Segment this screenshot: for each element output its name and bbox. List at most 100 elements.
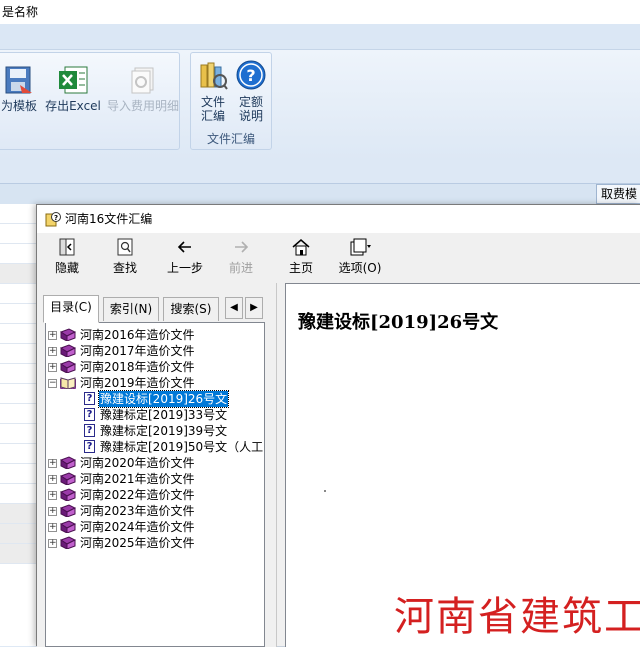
scan-speck <box>324 490 326 492</box>
grid-row <box>0 244 40 264</box>
tree-item-label: 河南2016年造价文件 <box>80 328 195 342</box>
expand-plus-icon[interactable]: + <box>48 347 57 356</box>
book-closed-icon <box>60 472 76 485</box>
book-closed-icon <box>60 344 76 357</box>
books-icon <box>200 62 228 90</box>
save-as-template-button[interactable]: 为模板 <box>0 65 41 113</box>
app-titlebar: 是名称 <box>0 0 640 24</box>
expand-plus-icon[interactable]: + <box>48 331 57 340</box>
ribbon-group-export: 为模板 存出Excel 导入费用明细 <box>0 52 180 150</box>
fee-template-tab[interactable]: 取费模 <box>596 184 640 204</box>
find-icon <box>117 238 133 256</box>
forward-label: 前进 <box>228 261 253 275</box>
expand-plus-icon[interactable]: + <box>48 363 57 372</box>
grid-row <box>0 464 40 484</box>
app-title: 是名称 <box>2 5 39 19</box>
tree-item-label: 豫建标定[2019]50号文（人工 <box>100 440 264 454</box>
grid-row <box>0 484 40 504</box>
expand-plus-icon[interactable]: + <box>48 475 57 484</box>
file-compilation-button[interactable]: 文件 汇编 <box>195 59 231 123</box>
tree-item-2021[interactable]: + 河南2021年造价文件 <box>46 471 264 487</box>
help-icon: ? <box>236 60 266 90</box>
ribbon-group-label: 文件汇编 <box>206 132 255 146</box>
grid-row <box>0 324 40 344</box>
grid-row <box>0 224 40 244</box>
svg-text:?: ? <box>54 214 58 222</box>
document-red-header: 河南省建筑工 <box>394 594 640 640</box>
grid-row <box>0 544 40 564</box>
tree-item-2018[interactable]: + 河南2018年造价文件 <box>46 359 264 375</box>
tree-item-label: 豫建设标[2019]26号文 <box>97 390 230 408</box>
tab-index[interactable]: 索引(N) <box>103 297 159 321</box>
quota-description-label-1: 定额 <box>238 95 263 109</box>
home-icon <box>292 239 310 256</box>
tree-item-label: 河南2018年造价文件 <box>80 360 195 374</box>
grid-row <box>0 364 40 384</box>
tree-item-label: 河南2025年造价文件 <box>80 536 195 550</box>
ribbon-lower-bar <box>0 160 640 184</box>
save-template-icon <box>5 66 32 94</box>
topic-content-pane: 豫建设标[2019]26号文 河南省建筑工 <box>285 283 640 647</box>
hide-label: 隐藏 <box>54 261 79 275</box>
file-compilation-label-1: 文件 <box>200 95 225 109</box>
tab-scroll-right-button[interactable]: ▶ <box>245 297 263 319</box>
help-titlebar[interactable]: ? 河南16文件汇编 <box>37 205 640 233</box>
tree-item-label: 河南2017年造价文件 <box>80 344 195 358</box>
file-compilation-label-2: 汇编 <box>200 109 225 123</box>
expand-plus-icon[interactable]: + <box>48 459 57 468</box>
expand-plus-icon[interactable]: + <box>48 491 57 500</box>
tree-item-2023[interactable]: + 河南2023年造价文件 <box>46 503 264 519</box>
find-label: 查找 <box>112 261 137 275</box>
import-detail-button[interactable]: 导入费用明细 <box>105 65 181 113</box>
import-detail-icon <box>131 67 154 94</box>
help-book-icon: ? <box>45 212 61 227</box>
tree-item-doc-39[interactable]: ? 豫建标定[2019]39号文 <box>46 423 264 439</box>
tree-item-doc-33[interactable]: ? 豫建标定[2019]33号文 <box>46 407 264 423</box>
tab-search[interactable]: 搜索(S) <box>163 297 219 321</box>
tree-item-2024[interactable]: + 河南2024年造价文件 <box>46 519 264 535</box>
quota-description-button[interactable]: ? 定额 说明 <box>233 59 269 123</box>
book-open-icon <box>60 377 76 389</box>
tree-item-2016[interactable]: + 河南2016年造价文件 <box>46 327 264 343</box>
find-button[interactable]: 查找 <box>109 237 141 275</box>
book-closed-icon <box>60 456 76 469</box>
home-button[interactable]: 主页 <box>285 237 317 275</box>
tab-scroll-left-button[interactable]: ◀ <box>225 297 243 319</box>
tree-item-2019[interactable]: − 河南2019年造价文件 <box>46 375 264 391</box>
forward-button[interactable]: 前进 <box>225 237 257 275</box>
contents-tree: + 河南2016年造价文件 + 河南2017年造价文件 + 河南2018年造价文… <box>45 322 265 647</box>
tree-item-doc-50[interactable]: ? 豫建标定[2019]50号文（人工 <box>46 439 264 455</box>
background-grid <box>0 204 40 646</box>
tree-item-label: 河南2024年造价文件 <box>80 520 195 534</box>
tab-contents[interactable]: 目录(C) <box>43 295 99 323</box>
grid-row <box>0 424 40 444</box>
tab-index-label: 索引(N) <box>109 302 153 316</box>
hide-button[interactable]: 隐藏 <box>51 237 83 275</box>
book-closed-icon <box>60 488 76 501</box>
tree-item-2017[interactable]: + 河南2017年造价文件 <box>46 343 264 359</box>
quota-description-label-2: 说明 <box>238 109 263 123</box>
tab-contents-label: 目录(C) <box>50 300 92 314</box>
tree-item-2020[interactable]: + 河南2020年造价文件 <box>46 455 264 471</box>
options-label: 选项(O) <box>338 261 382 275</box>
excel-icon <box>59 66 88 94</box>
grid-row <box>0 404 40 424</box>
options-button[interactable]: 选项(O) <box>337 237 383 275</box>
help-toolbar: 隐藏 查找 上一步 前进 主页 选项(O) <box>37 233 640 283</box>
expand-plus-icon[interactable]: + <box>48 539 57 548</box>
navigation-pane: 目录(C) 索引(N) 搜索(S) ◀ ▶ + 河南2016年造价文件 + 河南… <box>37 283 277 647</box>
tree-item-2025[interactable]: + 河南2025年造价文件 <box>46 535 264 551</box>
expand-plus-icon[interactable]: + <box>48 523 57 532</box>
tree-item-doc-26[interactable]: ? 豫建设标[2019]26号文 <box>46 390 264 408</box>
expand-plus-icon[interactable]: + <box>48 507 57 516</box>
tree-item-2022[interactable]: + 河南2022年造价文件 <box>46 487 264 503</box>
back-button[interactable]: 上一步 <box>163 237 207 275</box>
import-detail-label: 导入费用明细 <box>106 99 179 113</box>
fee-template-tab-label: 取费模 <box>601 187 638 201</box>
collapse-minus-icon[interactable]: − <box>48 379 57 388</box>
help-page-icon: ? <box>84 392 95 405</box>
export-excel-button[interactable]: 存出Excel <box>43 65 103 113</box>
tree-item-label: 河南2022年造价文件 <box>80 488 195 502</box>
export-excel-label: 存出Excel <box>45 99 101 113</box>
ribbon-tab-strip <box>0 24 640 50</box>
